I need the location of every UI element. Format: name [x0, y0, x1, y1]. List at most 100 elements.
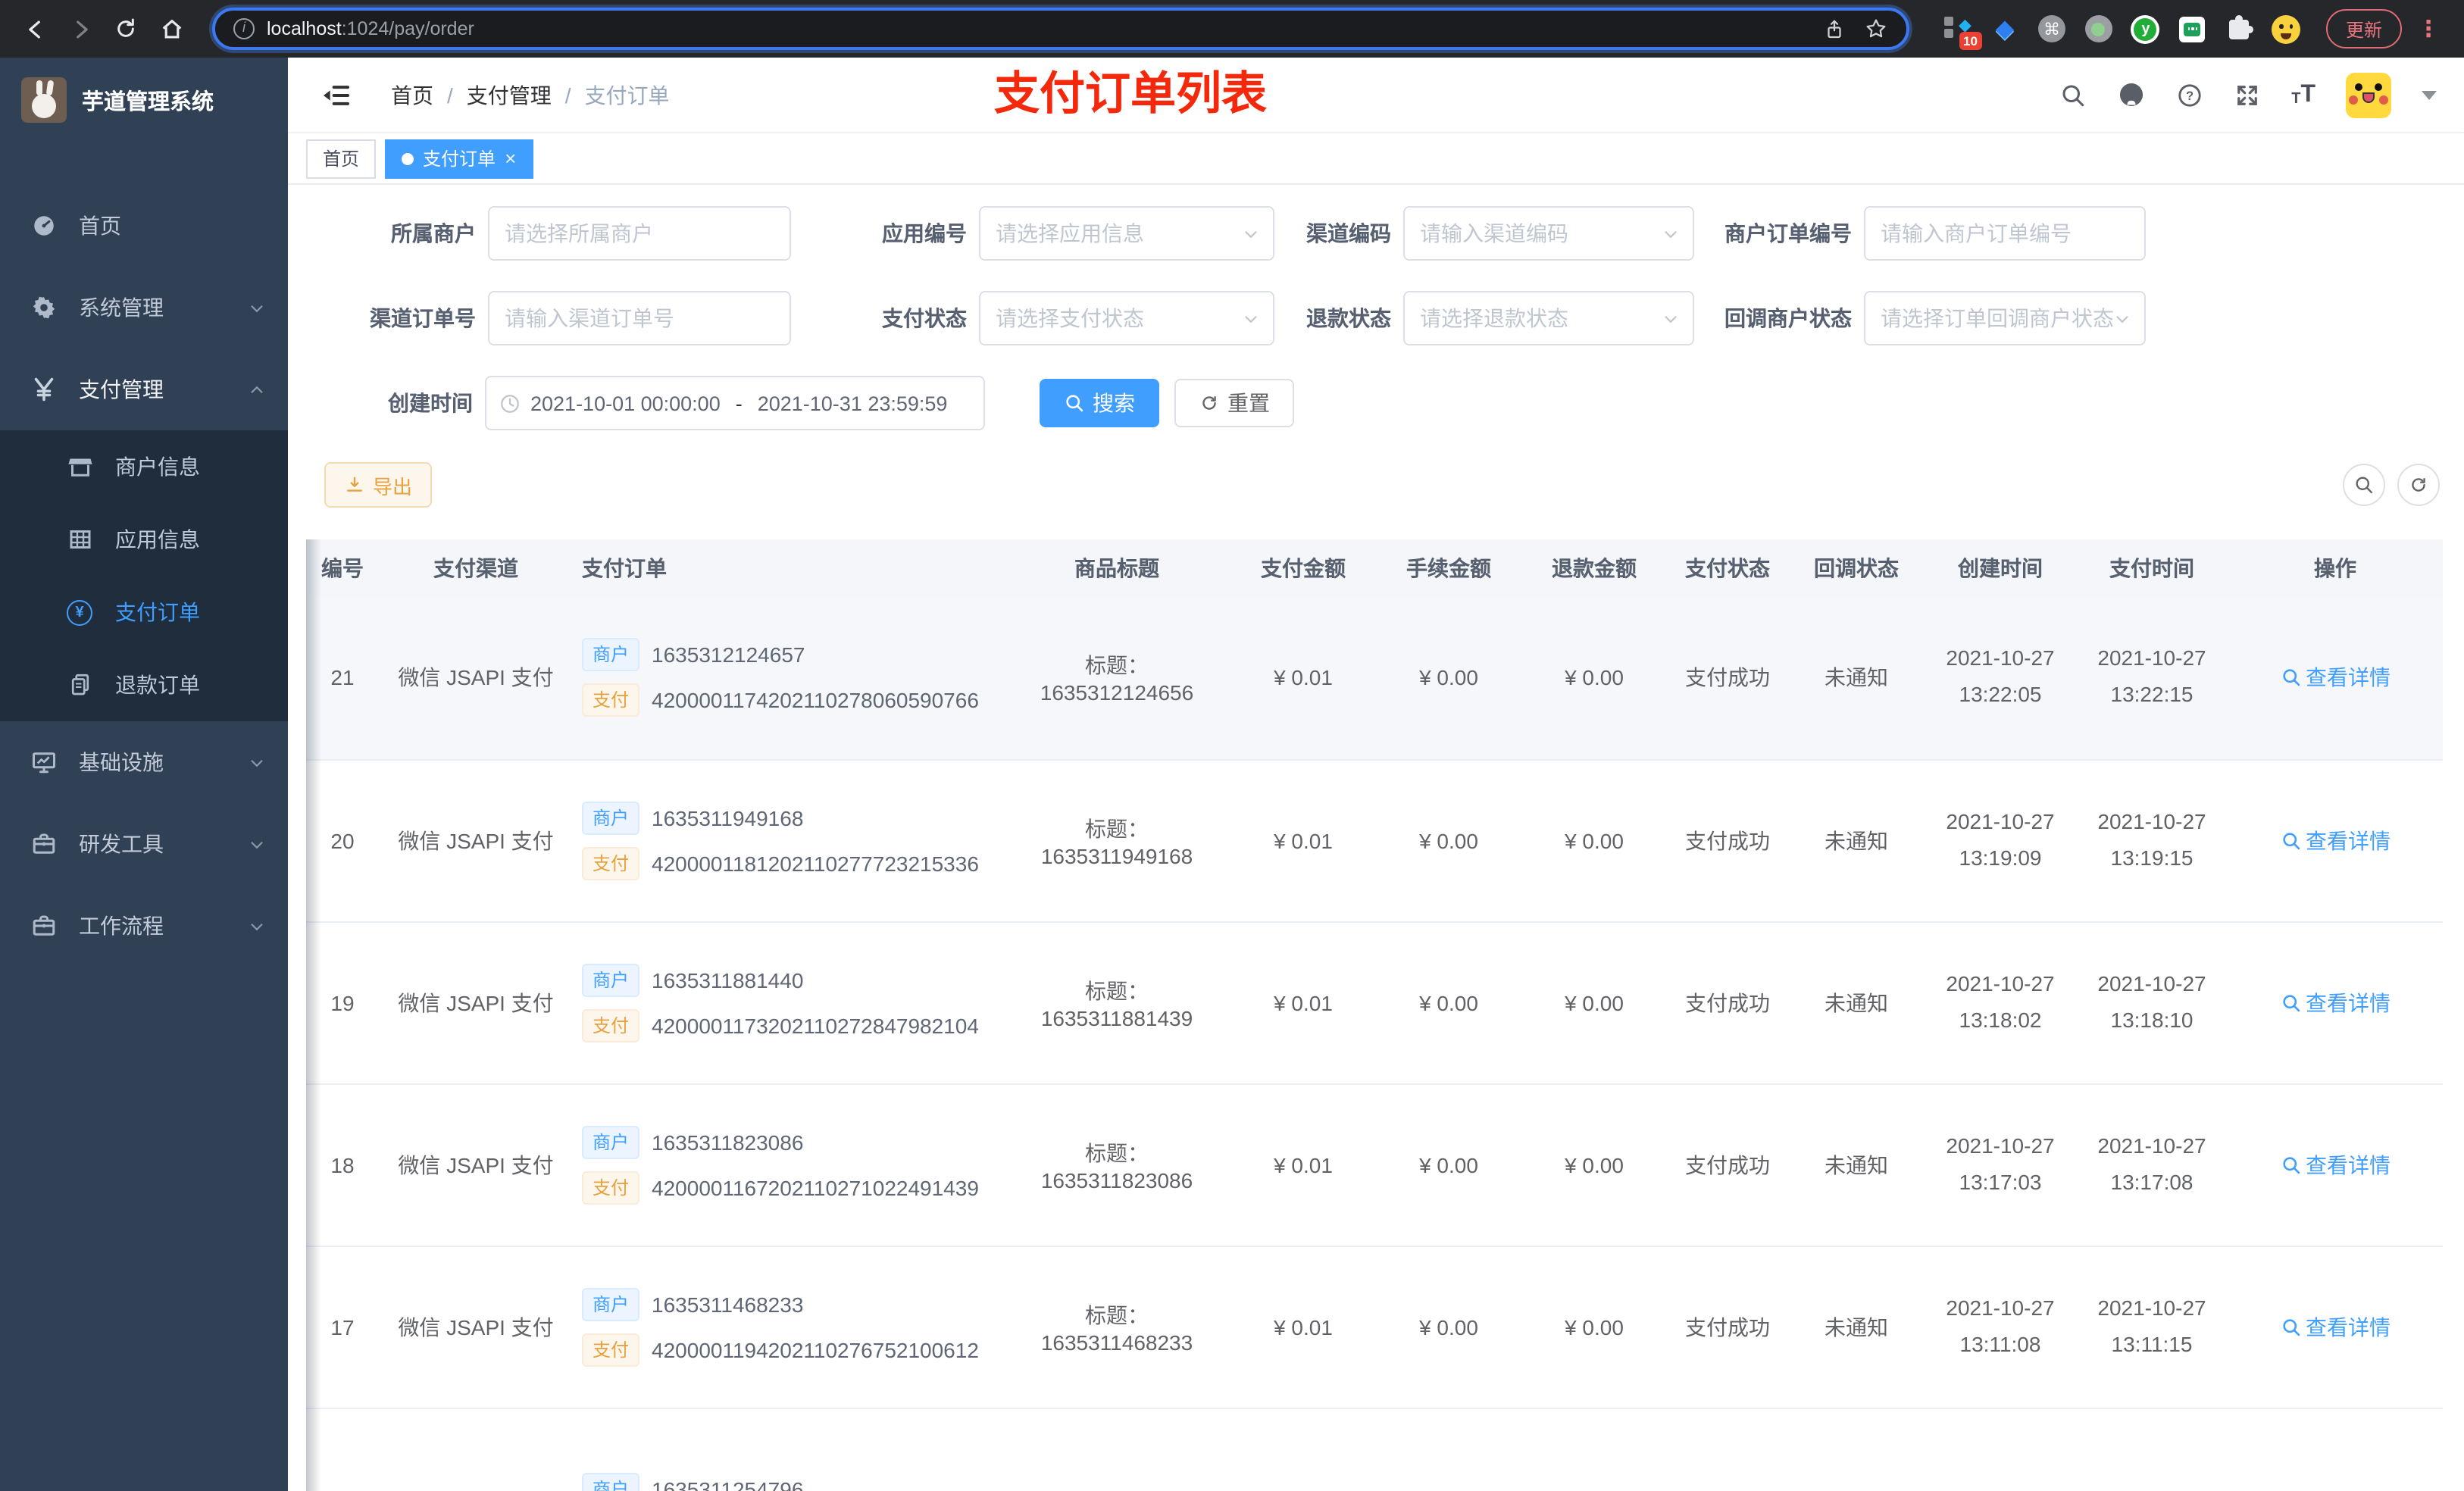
reload-button[interactable] [106, 9, 145, 48]
sidebar-item-label: 应用信息 [115, 527, 200, 552]
datetime: 2021-10-27 13:17:08 [2097, 1133, 2206, 1193]
cell-fee: ¥ 0.00 [1419, 828, 1478, 852]
cell-amount: ¥ 0.01 [1274, 1152, 1333, 1177]
sidebar-item-支付订单[interactable]: ¥ 支付订单 [0, 576, 288, 649]
cell-order-no: 商户 1635311823086 支付 42000011672021102710224… [573, 1083, 1003, 1246]
address-bar[interactable]: i localhost :1024/pay/order [212, 8, 1909, 50]
gauge-icon [30, 212, 67, 239]
sidebar-item-支付管理[interactable]: 支付管理 [0, 349, 288, 430]
github-icon[interactable] [2117, 80, 2146, 109]
reset-button[interactable]: 重置 [1174, 379, 1294, 427]
sidebar-item-研发工具[interactable]: 研发工具 [0, 803, 288, 885]
breadcrumb-item-首页[interactable]: 首页 [391, 80, 433, 110]
export-button[interactable]: 导出 [324, 462, 433, 508]
pay-order-line: 支付 4200001167202110271022491439 [582, 1171, 997, 1204]
cell-create-time: 2021-10-27 13:17:03 [1925, 1083, 2076, 1246]
close-icon[interactable]: × [505, 148, 516, 168]
avatar-caret-icon[interactable] [2422, 90, 2437, 99]
font-size-icon[interactable]: TT [2291, 82, 2315, 107]
filter-label: 商户订单编号 [1724, 221, 1852, 245]
bookmark-star-icon[interactable] [1864, 17, 1888, 41]
share-icon[interactable] [1823, 17, 1846, 40]
view-detail-link[interactable]: 查看详情 [2280, 1311, 2391, 1342]
sidebar-fold-icon[interactable] [321, 80, 352, 110]
show-search-toggle-button[interactable] [2343, 464, 2385, 506]
placeholder-text: 请选择应用信息 [996, 221, 1144, 245]
home-button[interactable] [152, 9, 191, 48]
filter-select-退款状态[interactable]: 请选择退款状态 [1403, 291, 1694, 345]
cell-amount: ¥ 0.01 [1274, 1314, 1333, 1339]
back-button[interactable] [15, 9, 55, 48]
view-detail-link[interactable]: 查看详情 [2280, 987, 2391, 1017]
tab-支付订单[interactable]: 支付订单 × [385, 139, 533, 178]
cell-pay-time: 2021-10-27 13:17:08 [2076, 1083, 2228, 1246]
view-detail-link[interactable]: 查看详情 [2280, 825, 2391, 855]
url-path: :1024/pay/order [341, 18, 474, 39]
browser-menu-icon[interactable]: ⋮ [2408, 15, 2449, 42]
sidebar-item-系统管理[interactable]: 系统管理 [0, 267, 288, 349]
sidebar-item-label: 退款订单 [115, 673, 200, 697]
filter-input-所属商户[interactable]: 请选择所属商户 [488, 206, 791, 261]
user-avatar[interactable] [2346, 72, 2391, 117]
forward-button[interactable] [61, 9, 100, 48]
browser-update-button[interactable]: 更新 [2325, 9, 2402, 48]
cell-pay-time: 2021-10-27 13:18:10 [2076, 921, 2228, 1083]
placeholder-text: 请输入渠道订单号 [505, 306, 674, 330]
cell-notify: 未通知 [1825, 1314, 1888, 1339]
extension-chat-icon[interactable] [2178, 14, 2208, 44]
extension-command-icon[interactable]: ⌘ [2037, 14, 2067, 44]
cell-action [2228, 1408, 2443, 1491]
extension-y-icon[interactable]: y [2131, 14, 2161, 44]
breadcrumb-item-支付管理[interactable]: 支付管理 [467, 80, 552, 110]
sidebar-item-退款订单[interactable]: 退款订单 [0, 649, 288, 721]
sidebar-item-商户信息[interactable]: 商户信息 [0, 430, 288, 503]
view-detail-link[interactable]: 查看详情 [2280, 663, 2391, 693]
filter-input-渠道订单号[interactable]: 请输入渠道订单号 [488, 291, 791, 345]
cell-amount: ¥ 0.01 [1274, 990, 1333, 1014]
filter-select-渠道编码[interactable]: 请输入渠道编码 [1403, 206, 1694, 261]
cell-pay-time: 2021-10-27 13:22:15 [2076, 597, 2228, 759]
breadcrumb-separator: / [447, 83, 453, 107]
filter-group-渠道编码: 渠道编码 请输入渠道编码 [1274, 206, 1694, 261]
fullscreen-icon[interactable] [2234, 81, 2261, 108]
merchant-tag: 商户 [582, 963, 640, 996]
cell-notify: 未通知 [1825, 828, 1888, 852]
help-icon[interactable]: ? [2176, 81, 2203, 108]
sidebar-item-基础设施[interactable]: 基础设施 [0, 721, 288, 803]
extension-emoji-icon[interactable] [2272, 14, 2302, 44]
extension-blocks-icon[interactable]: ◆ 10 [1943, 14, 1982, 50]
sidebar-item-应用信息[interactable]: 应用信息 [0, 503, 288, 576]
column-header-支付渠道: 支付渠道 [379, 539, 573, 597]
cell-action: 查看详情 [2228, 759, 2443, 921]
tab-首页[interactable]: 首页 [306, 139, 377, 178]
filter-group-应用编号: 应用编号 请选择应用信息 [791, 206, 1274, 261]
extension-dot-icon[interactable] [2084, 14, 2114, 44]
sidebar-item-工作流程[interactable]: 工作流程 [0, 885, 288, 967]
create-time-range-input[interactable]: 2021-10-01 00:00:00 - 2021-10-31 23:59:5… [485, 376, 985, 430]
search-icon [2280, 992, 2301, 1013]
site-info-icon[interactable]: i [233, 18, 255, 39]
view-detail-link[interactable]: 查看详情 [2280, 1149, 2391, 1180]
filter-select-应用编号[interactable]: 请选择应用信息 [979, 206, 1274, 261]
chevron-down-icon [247, 298, 267, 317]
app-logo-row[interactable]: 芋道管理系统 [0, 58, 288, 142]
breadcrumb: 首页 / 支付管理 / 支付订单 [391, 80, 670, 110]
merchant-order-no: 1635311881440 [652, 967, 804, 992]
pay-order-line: 支付 4200001173202110272847982104 [582, 1008, 997, 1042]
filter-group-商户订单编号: 商户订单编号 请输入商户订单编号 [1694, 206, 2146, 261]
table-row: 20 微信 JSAPI 支付 商户 1635311949168 支付 4200001181… [306, 759, 2443, 921]
filter-input-商户订单编号[interactable]: 请输入商户订单编号 [1864, 206, 2146, 261]
search-button[interactable]: 搜索 [1040, 379, 1159, 427]
view-detail-label: 查看详情 [2306, 1152, 2391, 1177]
extension-puzzle-icon[interactable] [2225, 14, 2255, 44]
doc-icon [67, 671, 103, 699]
browser-toolbar: i localhost :1024/pay/order ◆ 10 ◆ ⌘ y 更新… [0, 0, 2464, 58]
search-icon[interactable] [2059, 81, 2087, 108]
filter-select-回调商户状态[interactable]: 请选择订单回调商户状态 [1864, 291, 2146, 345]
cell-notify [1788, 1408, 1925, 1491]
filter-select-支付状态[interactable]: 请选择支付状态 [979, 291, 1274, 345]
sidebar-item-首页[interactable]: 首页 [0, 185, 288, 267]
extension-kite-icon[interactable]: ◆ [1990, 14, 2020, 44]
refresh-table-button[interactable] [2397, 464, 2440, 506]
chevron-down-icon [1241, 308, 1261, 328]
